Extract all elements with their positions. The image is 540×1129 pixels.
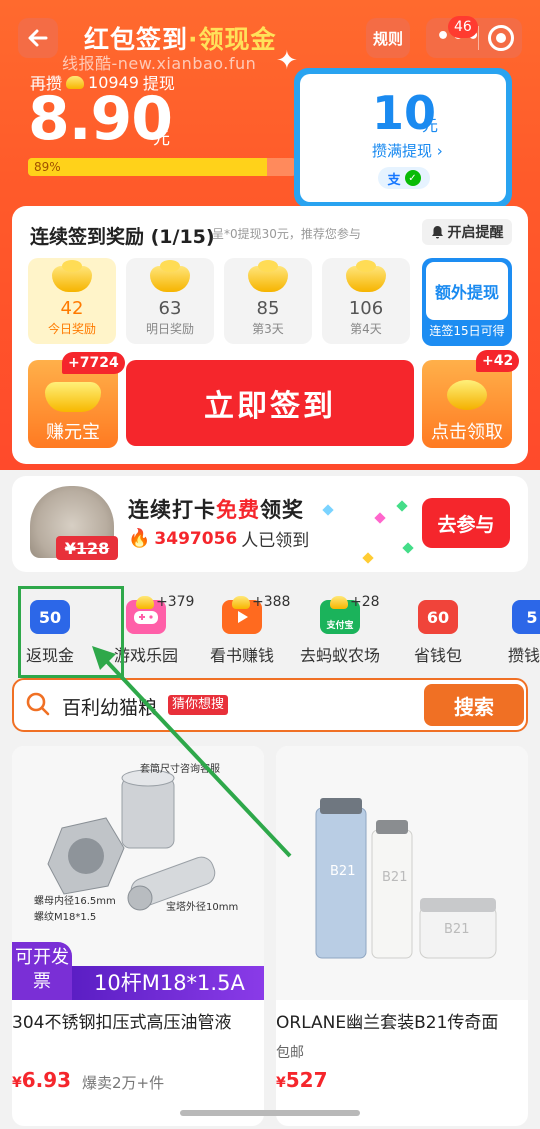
- home-indicator: [180, 1110, 360, 1116]
- annotation-arrow: [92, 646, 292, 858]
- arrow-shaft: [96, 650, 292, 858]
